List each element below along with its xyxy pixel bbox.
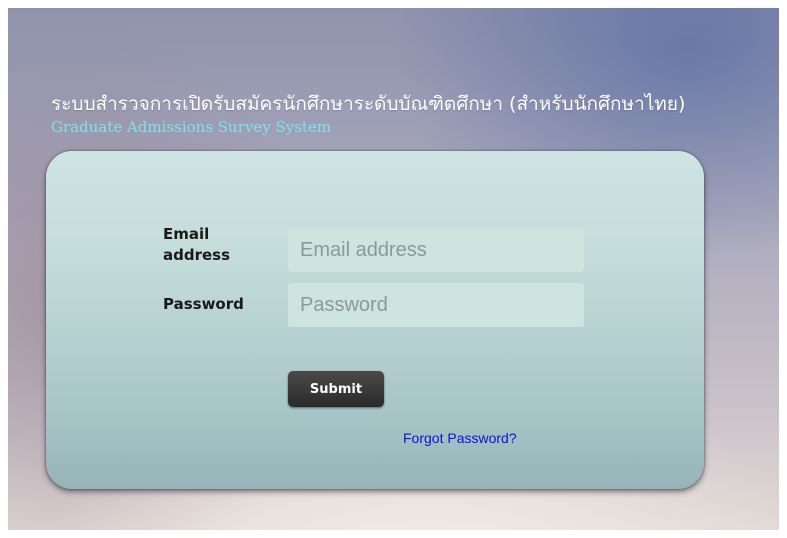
- email-label: Email address: [163, 225, 231, 264]
- page-subtitle-english: Graduate Admissions Survey System: [51, 118, 332, 136]
- submit-button[interactable]: Submit: [288, 371, 384, 407]
- login-card: Email address Password Submit Forgot Pas…: [46, 151, 704, 489]
- password-field[interactable]: [288, 283, 584, 327]
- page-title-thai: ระบบสำรวจการเปิดรับสมัครนักศึกษาระดับบัณ…: [51, 93, 686, 115]
- password-label: Password: [163, 295, 244, 313]
- forgot-password-link[interactable]: Forgot Password?: [403, 430, 517, 446]
- page-background: ระบบสำรวจการเปิดรับสมัครนักศึกษาระดับบัณ…: [8, 8, 779, 530]
- email-field[interactable]: [288, 228, 584, 272]
